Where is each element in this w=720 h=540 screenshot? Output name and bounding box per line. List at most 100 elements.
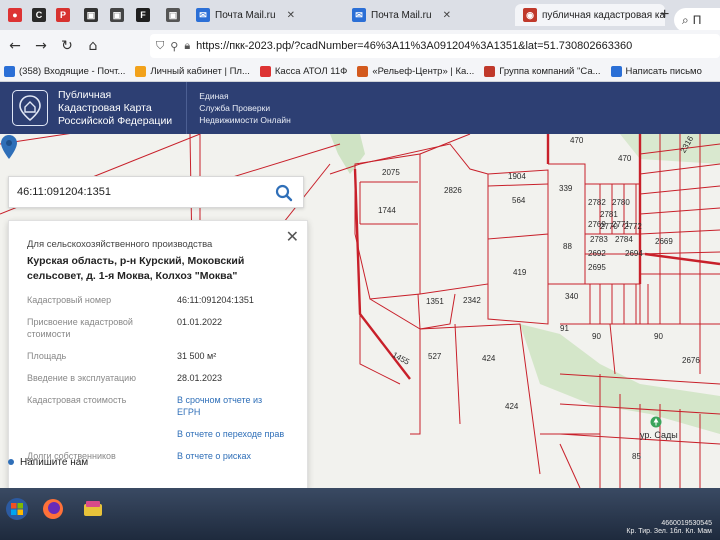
bookmark-item[interactable]: Личный кабинет | Пл...	[135, 66, 250, 77]
back-icon[interactable]: ←	[4, 35, 26, 57]
parcel-label[interactable]: 91	[560, 324, 569, 333]
bookmark-item[interactable]: Касса АТОЛ 11Ф	[259, 66, 348, 77]
egrn-report-link[interactable]: В срочном отчете из ЕГРН	[177, 394, 287, 418]
parcel-label[interactable]: 2780	[612, 198, 630, 207]
app-taskbar-icon[interactable]	[78, 494, 108, 524]
new-tab-button[interactable]: +	[660, 6, 669, 24]
bookmark-item[interactable]: «Рельеф-Центр» | Ка...	[357, 66, 474, 77]
parcel-label[interactable]: 424	[482, 354, 495, 363]
company-icon	[484, 66, 496, 77]
site-header: Публичная Кадастровая Карта Российской Ф…	[0, 82, 720, 134]
parcel-label[interactable]: 470	[618, 154, 631, 163]
parcel-label[interactable]: 1351	[426, 297, 444, 306]
start-button[interactable]	[2, 494, 32, 524]
tab-pinned-5[interactable]: ▣	[110, 4, 124, 26]
parcel-label[interactable]: 2692	[588, 249, 606, 258]
tab-cadastral-map[interactable]: ◉ публичная кадастровая карта	[515, 4, 665, 26]
brand-line: Кадастровая Карта	[58, 101, 152, 114]
parcel-label[interactable]: 2694	[625, 249, 643, 258]
tab-mail-2[interactable]: ✉ Почта Mail.ru ✕	[352, 4, 502, 26]
parcel-label[interactable]: 419	[513, 268, 526, 277]
windows-logo-icon	[6, 498, 28, 520]
shield-icon: ⛉	[156, 39, 165, 52]
tab-pinned-4[interactable]: ▣	[84, 4, 98, 26]
info-key: Кадастровая стоимость	[27, 395, 127, 405]
firefox-taskbar-icon[interactable]	[38, 494, 68, 524]
tab-mail-1[interactable]: ✉ Почта Mail.ru ✕	[196, 4, 336, 26]
close-icon[interactable]: ✕	[286, 227, 299, 247]
parcel-label[interactable]: 2784	[615, 235, 633, 244]
brand-line: Российской Федерации	[58, 114, 173, 127]
chat-label: Напишите нам	[20, 456, 89, 468]
browser-search-box[interactable]: ⌕ П	[674, 8, 720, 32]
parcel-label[interactable]: 2669	[655, 237, 673, 246]
tab-pinned-3[interactable]: P	[56, 4, 70, 26]
parcel-label[interactable]: 2826	[444, 186, 462, 195]
app-icon: F	[136, 8, 150, 22]
tab-pinned-6[interactable]: F	[136, 4, 150, 26]
reload-icon[interactable]: ↻	[56, 35, 78, 57]
windows-taskbar: 4660019530545 Кр. Тир. Зел. 1бл. Кл. Мам	[0, 488, 720, 540]
parcel-label[interactable]: 2781	[600, 210, 618, 219]
parcel-label[interactable]: 85	[632, 452, 641, 461]
search-icon[interactable]	[275, 184, 293, 202]
page-info-icon[interactable]: ⚲	[170, 40, 178, 53]
bookmark-item[interactable]: Написать письмо	[610, 66, 702, 77]
bookmark-label: «Рельеф-Центр» | Ка...	[372, 66, 475, 77]
parcel-label[interactable]: 2783	[590, 235, 608, 244]
parcel-label[interactable]: 90	[592, 332, 601, 341]
parcel-label[interactable]: 88	[563, 242, 572, 251]
chat-widget[interactable]: Напишите нам	[8, 452, 138, 472]
logo[interactable]	[12, 90, 48, 126]
tray-text: Кр. Тир. Зел. 1бл. Кл. Мам	[626, 528, 712, 535]
address-bar-url: https://пкк-2023.рф/?cadNumber=46%3A11%3…	[196, 40, 633, 52]
close-icon[interactable]: ✕	[443, 10, 451, 21]
lock-icon: 🔒︎	[184, 39, 191, 52]
tab-label: Почта Mail.ru	[371, 9, 432, 21]
info-row: В отчете о переходе прав	[27, 428, 289, 440]
bookmark-label: Касса АТОЛ 11Ф	[274, 66, 348, 77]
parcel-label[interactable]: 2782	[588, 198, 606, 207]
parcel-label[interactable]: 2772	[624, 222, 642, 231]
tab-pinned-2[interactable]: C	[32, 4, 46, 26]
bookmark-item[interactable]: (358) Входящие - Почт...	[4, 66, 125, 77]
info-key: Введение в эксплуатацию	[27, 373, 136, 383]
parcel-label[interactable]: 564	[512, 196, 525, 205]
parcel-label[interactable]: 90	[654, 332, 663, 341]
screen: ● C P ▣ ▣ F ▣ ✉ Почта Mail.ru ✕ ✉ Почта …	[0, 0, 720, 540]
tab-pinned-7[interactable]: ▣	[166, 4, 180, 26]
home-icon[interactable]: ⌂	[82, 35, 104, 57]
transfer-report-link[interactable]: В отчете о переходе прав	[177, 428, 287, 440]
parcel-label[interactable]: 424	[505, 402, 518, 411]
bookmarks-bar: (358) Входящие - Почт... Личный кабинет …	[0, 62, 720, 82]
parcel-address: Курская область, р-н Курский, Моковский …	[27, 255, 245, 282]
cadastral-icon: ◉	[523, 8, 537, 22]
search-input-value: 46:11:091204:1351	[17, 186, 111, 198]
parcel-label[interactable]: 2695	[588, 263, 606, 272]
app-icon: ▣	[110, 8, 124, 22]
tab-pinned-1[interactable]: ●	[8, 4, 22, 26]
mail-icon	[4, 66, 15, 77]
parcel-label[interactable]: 1904	[508, 172, 526, 181]
parcel-label[interactable]: 2676	[682, 356, 700, 365]
info-key	[27, 428, 177, 440]
close-icon[interactable]: ✕	[287, 10, 295, 21]
parcel-label[interactable]: 470	[570, 136, 583, 145]
cadastral-search-input[interactable]: 46:11:091204:1351	[8, 176, 304, 208]
parcel-label[interactable]: 1744	[378, 206, 396, 215]
browser-tab-strip: ● C P ▣ ▣ F ▣ ✉ Почта Mail.ru ✕ ✉ Почта …	[0, 0, 720, 32]
address-bar[interactable]: ⛉ ⚲ 🔒︎ https://пкк-2023.рф/?cadNumber=46…	[150, 34, 720, 58]
app-icon: ▣	[166, 8, 180, 22]
forward-icon[interactable]: →	[30, 35, 52, 57]
info-value: 28.01.2023	[177, 373, 223, 383]
parcel-label[interactable]: 340	[565, 292, 578, 301]
bookmark-item[interactable]: Группа компаний "Са...	[484, 66, 601, 77]
service-line: Служба Проверки	[199, 103, 271, 113]
parcel-label[interactable]: 527	[428, 352, 441, 361]
service-title: Единая Служба Проверки Недвижимости Онла…	[199, 90, 291, 126]
parcel-label[interactable]: 2342	[463, 296, 481, 305]
parcel-label[interactable]: 339	[559, 184, 572, 193]
risk-report-link[interactable]: В отчете о рисках	[177, 450, 287, 462]
location-pin-icon[interactable]	[0, 134, 18, 160]
parcel-label[interactable]: 2075	[382, 168, 400, 177]
